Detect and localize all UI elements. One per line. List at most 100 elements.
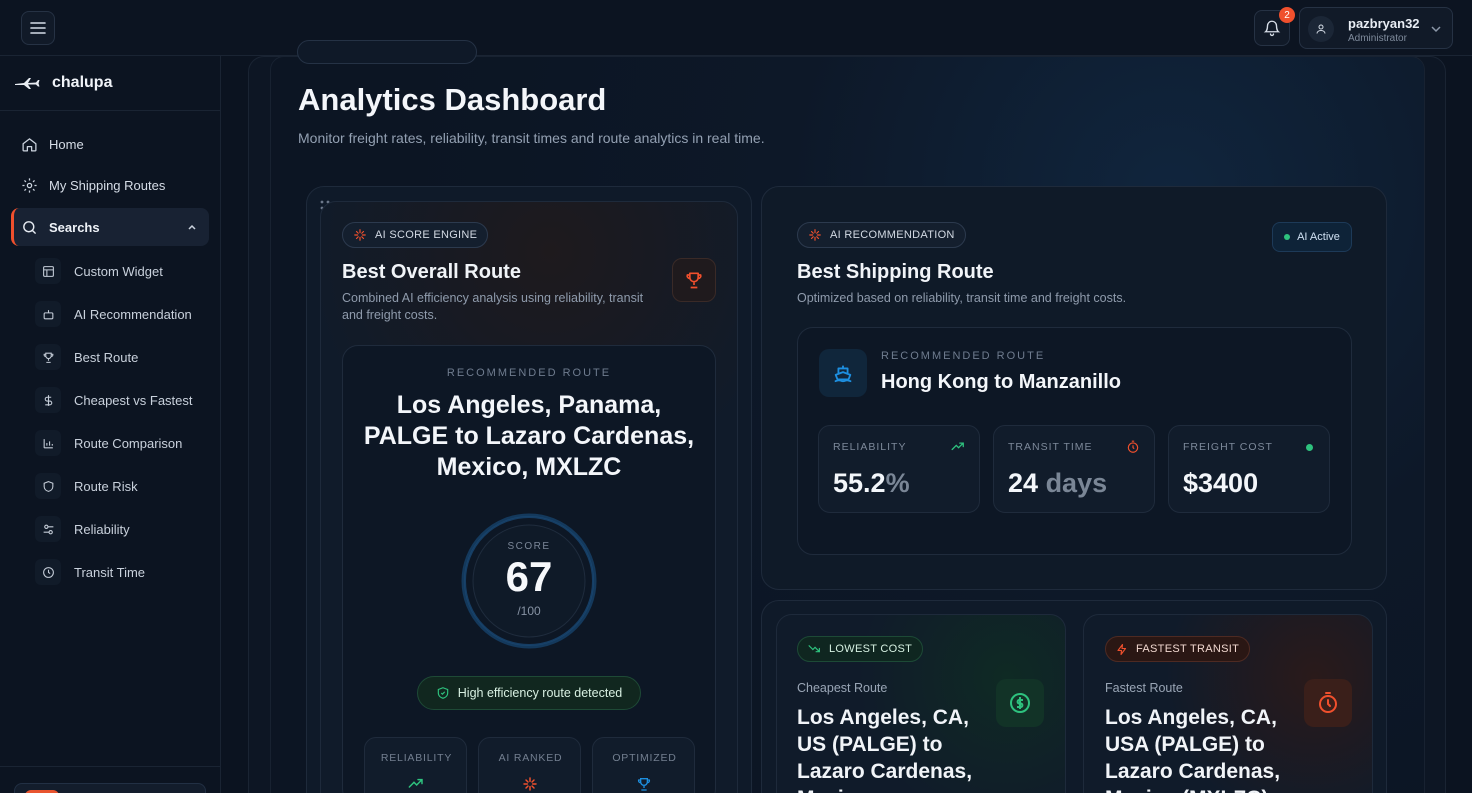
fastest-route-name: Los Angeles, CA, USA (PALGE) to Lazaro C… <box>1105 706 1281 793</box>
sidebar-item-label: Cheapest vs Fastest <box>74 392 193 408</box>
top-bar: 2 pazbryan32 Administrator <box>0 0 1472 56</box>
sidebar-item-label: Searchs <box>49 219 100 235</box>
sidebar-subitem-route-risk[interactable]: Route Risk <box>35 468 209 504</box>
sidebar-item-label: Route Comparison <box>74 435 183 451</box>
section-pill <box>297 40 477 64</box>
sidebar-subitem-transit-time[interactable]: Transit Time <box>35 554 209 590</box>
chevron-up-icon <box>188 224 196 230</box>
recommended-route-name: Los Angeles, Panama, PALGE to Lazaro Car… <box>363 391 695 481</box>
status-dot <box>1284 234 1291 240</box>
shield-check-icon <box>437 687 449 699</box>
sidebar-subitem-ai-recommendation[interactable]: AI Recommendation <box>35 296 209 332</box>
sidebar-subitem-cheapest-vs-fastest[interactable]: Cheapest vs Fastest <box>35 382 209 418</box>
sidebar-item-home[interactable]: Home <box>11 125 209 163</box>
bell-icon <box>1263 20 1281 37</box>
mini-card-optimized: OPTIMIZED <box>592 737 695 793</box>
page-title: Analytics Dashboard <box>298 82 607 117</box>
avatar <box>1308 16 1334 42</box>
hamburger-icon <box>30 22 46 34</box>
notifications-button[interactable]: 2 <box>1254 7 1295 46</box>
dollar-circle-icon <box>1010 693 1030 713</box>
ship-badge <box>819 349 867 397</box>
dollar-badge <box>996 679 1044 727</box>
sidebar-item-label: My Shipping Routes <box>49 177 166 193</box>
recommended-route-label: RECOMMENDED ROUTE <box>446 367 612 379</box>
card-title: Best Shipping Route <box>797 261 994 283</box>
transit-value: 24 <box>1008 468 1039 498</box>
reliability-value: 55.2 <box>833 468 886 498</box>
sidebar: chalupa Home My Shipping Routes Searchs … <box>0 56 221 793</box>
cheapest-route-name: Los Angeles, CA, US (PALGE) to Lazaro Ca… <box>797 706 973 793</box>
metric-reliability: RELIABILITY 55.2% <box>818 425 980 513</box>
sidebar-item-my-shipping-routes[interactable]: My Shipping Routes <box>11 166 209 204</box>
chevron-down-icon <box>1431 26 1441 33</box>
trending-up-icon <box>408 778 423 788</box>
user-name: pazbryan32 <box>1348 16 1420 31</box>
metric-freight-cost: FREIGHT COST $3400 <box>1168 425 1330 513</box>
trending-down-icon <box>808 645 820 653</box>
plane-icon <box>15 78 40 89</box>
ai-active-status: AI Active <box>1272 222 1352 252</box>
metric-transit-time: TRANSIT TIME 24 days <box>993 425 1155 513</box>
sidebar-item-searchs[interactable]: Searchs <box>11 208 209 246</box>
sidebar-footer-button[interactable] <box>14 783 206 793</box>
bar-chart-icon <box>35 430 61 456</box>
sidebar-item-label: Best Route <box>74 349 139 365</box>
freight-cost-value: $3400 <box>1183 468 1259 498</box>
page-subtitle: Monitor freight rates, reliability, tran… <box>298 130 765 146</box>
recommended-route-label: RECOMMENDED ROUTE <box>881 350 1046 362</box>
sidebar-item-label: Home <box>49 136 84 152</box>
status-dot <box>1306 444 1313 451</box>
timer-icon <box>1127 440 1139 453</box>
trophy-badge <box>672 258 716 302</box>
score-max: /100 <box>517 604 541 618</box>
trophy-icon <box>637 778 651 791</box>
sparkle-icon <box>809 229 821 241</box>
sidebar-subitem-custom-widget[interactable]: Custom Widget <box>35 253 209 289</box>
efficiency-status-pill: High efficiency route detected <box>417 676 641 710</box>
ship-icon <box>834 365 852 383</box>
home-icon <box>22 137 37 152</box>
sidebar-item-label: Custom Widget <box>74 263 163 279</box>
lightning-icon <box>1117 643 1127 655</box>
gear-icon <box>22 177 37 193</box>
card-title: Best Overall Route <box>342 261 521 283</box>
robot-icon <box>35 301 61 327</box>
clock-icon <box>35 559 61 585</box>
ai-recommendation-tag: AI RECOMMENDATION <box>797 222 966 248</box>
sliders-icon <box>35 516 61 542</box>
score-label: SCORE <box>507 541 551 552</box>
score-value: 67 <box>505 553 553 600</box>
transit-unit: days <box>1045 468 1108 498</box>
sidebar-subitem-best-route[interactable]: Best Route <box>35 339 209 375</box>
dollar-icon <box>35 387 61 413</box>
sidebar-subitem-reliability[interactable]: Reliability <box>35 511 209 547</box>
sidebar-subitem-route-comparison[interactable]: Route Comparison <box>35 425 209 461</box>
menu-toggle-button[interactable] <box>21 11 55 45</box>
user-menu[interactable]: pazbryan32 Administrator <box>1299 7 1453 49</box>
card-subtitle: Cheapest Route <box>797 681 888 695</box>
sparkle-icon <box>523 777 537 791</box>
search-icon <box>23 220 36 234</box>
user-role: Administrator <box>1348 33 1407 44</box>
recommended-route-name: Hong Kong to Manzanillo <box>881 371 1121 393</box>
divider <box>0 110 221 111</box>
sparkle-icon <box>354 229 366 241</box>
shield-icon <box>35 473 61 499</box>
brand-logo[interactable]: chalupa <box>14 74 112 92</box>
mini-card-ai-ranked: AI RANKED <box>478 737 581 793</box>
ai-score-engine-tag: AI SCORE ENGINE <box>342 222 489 248</box>
divider <box>0 766 221 767</box>
notification-count-badge: 2 <box>1279 7 1295 23</box>
user-icon <box>1316 24 1326 34</box>
trending-up-icon <box>951 442 964 451</box>
timer-badge <box>1304 679 1352 727</box>
card-subtitle: Fastest Route <box>1105 681 1183 695</box>
timer-icon <box>1319 692 1337 713</box>
lowest-cost-tag: LOWEST COST <box>797 636 924 662</box>
brand-name: chalupa <box>52 74 113 91</box>
fastest-transit-tag: FASTEST TRANSIT <box>1105 636 1251 662</box>
sidebar-item-label: AI Recommendation <box>74 306 192 322</box>
trophy-icon <box>35 344 61 370</box>
sidebar-item-label: Route Risk <box>74 478 138 494</box>
